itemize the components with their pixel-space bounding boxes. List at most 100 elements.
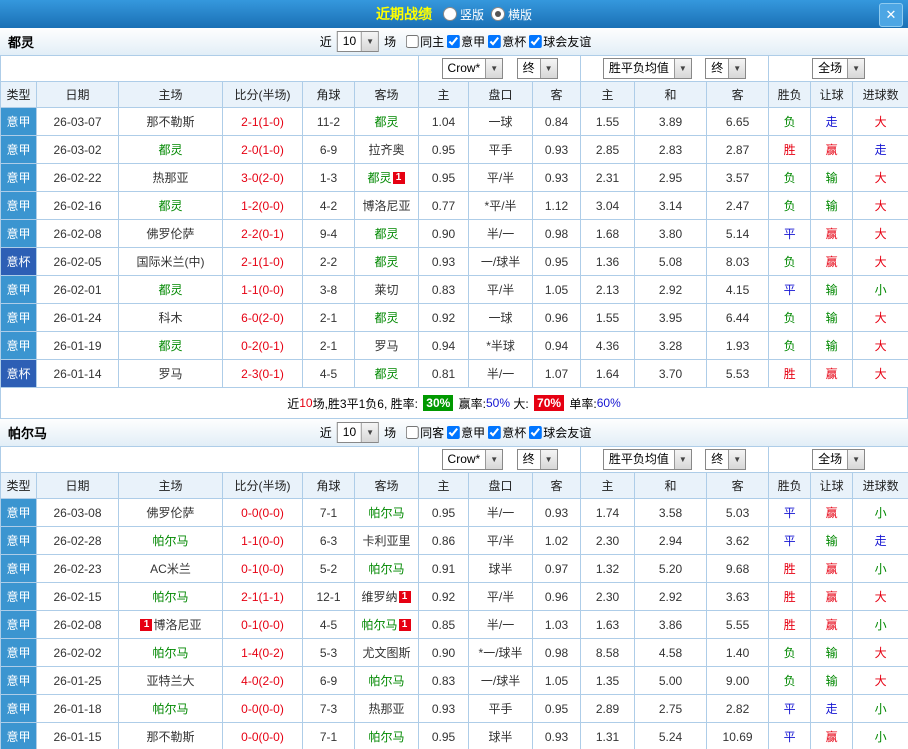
team-name: 维罗纳 xyxy=(361,590,398,604)
eu-draw-odds-cell: 5.24 xyxy=(634,722,708,749)
match-result-cell: 平 xyxy=(768,498,812,527)
match-row: 意甲 26-01-18 帕尔马 0-0(0-0) 7-3 热那亚 0.93 平手 0.95 2.8… xyxy=(0,694,908,723)
eu-home-odds-cell: 2.30 xyxy=(580,582,636,611)
match-date-cell: 26-02-22 xyxy=(36,163,119,192)
filter-option[interactable]: 意甲 xyxy=(444,424,485,441)
match-result-cell: 负 xyxy=(768,638,812,667)
filter-checkbox[interactable] xyxy=(488,35,502,48)
section-header: 都灵 近 10 ▼ 场 同主 意甲 意杯 球会友谊 xyxy=(0,28,908,55)
score-cell: 2-1(1-0) xyxy=(222,107,303,136)
match-date-cell: 26-02-02 xyxy=(36,638,119,667)
eu-away-odds-cell: 6.65 xyxy=(706,107,770,136)
handicap-cell: 球半 xyxy=(468,554,534,583)
col-ah-home: 主 xyxy=(418,472,470,499)
col-type: 类型 xyxy=(0,472,37,499)
fulltime-dropdown[interactable]: 全场 ▼ xyxy=(812,58,866,79)
team-name: 都灵 xyxy=(158,283,183,297)
handicap-final-dropdown[interactable]: 终 ▼ xyxy=(516,58,558,79)
goals-result-cell: 大 xyxy=(852,666,908,695)
recent-count-dropdown[interactable]: 10 ▼ xyxy=(336,422,380,443)
handicap-final-dropdown[interactable]: 终 ▼ xyxy=(516,449,558,470)
close-button[interactable]: ✕ xyxy=(879,3,903,27)
team-name: 帕尔马 xyxy=(368,730,405,744)
section-header: 帕尔马 近 10 ▼ 场 同客 意甲 意杯 球会友谊 xyxy=(0,419,908,446)
corners-cell: 7-3 xyxy=(302,694,355,723)
match-row: 意甲 26-03-07 那不勒斯 2-1(1-0) 11-2 都灵 1.04 一球 0.84 1.… xyxy=(0,107,908,136)
filter-checkbox[interactable] xyxy=(406,426,420,439)
eu-draw-odds-cell: 3.80 xyxy=(634,219,708,248)
handicap-result-cell: 输 xyxy=(810,303,854,332)
layout-vertical-label: 竖版 xyxy=(459,7,484,22)
eu-away-odds-cell: 5.55 xyxy=(706,610,770,639)
layout-vertical-radio[interactable]: 竖版 xyxy=(442,6,484,23)
match-date-cell: 26-02-08 xyxy=(36,610,119,639)
team-name: 卡利亚里 xyxy=(362,534,411,548)
filter-checkbox[interactable] xyxy=(447,426,461,439)
ah-home-odds-cell: 0.93 xyxy=(418,247,470,276)
handicap-cell: 平手 xyxy=(468,135,534,164)
filter-checkbox[interactable] xyxy=(447,35,461,48)
away-team-cell: 莱切 xyxy=(353,275,420,304)
handicap-result-cell: 输 xyxy=(810,331,854,360)
bookmaker-dropdown[interactable]: Crow* ▼ xyxy=(441,449,504,470)
chevron-down-icon: ▼ xyxy=(539,450,557,469)
filter-checkbox[interactable] xyxy=(488,426,502,439)
score-cell: 0-1(0-0) xyxy=(222,554,303,583)
home-team-cell: 帕尔马 xyxy=(118,582,223,611)
away-team-cell: 热那亚 xyxy=(353,694,420,723)
away-team-cell: 博洛尼亚 xyxy=(353,191,420,220)
filter-option[interactable]: 同客 xyxy=(403,424,444,441)
ah-away-odds-cell: 0.96 xyxy=(532,582,582,611)
match-row: 意甲 26-02-16 都灵 1-2(0-0) 4-2 博洛尼亚 0.77 *平/半 1.12 3… xyxy=(0,191,908,220)
score-cell: 0-0(0-0) xyxy=(222,694,303,723)
ah-away-odds-cell: 0.97 xyxy=(532,554,582,583)
filter-bar: 近 10 ▼ 场 同客 意甲 意杯 球会友谊 xyxy=(317,422,591,443)
away-team-cell: 都灵 xyxy=(353,303,420,332)
filter-option[interactable]: 同主 xyxy=(403,33,444,50)
filter-option[interactable]: 球会友谊 xyxy=(526,33,591,50)
home-team-cell: AC米兰 xyxy=(118,554,223,583)
euro-final-dropdown[interactable]: 终 ▼ xyxy=(705,58,747,79)
corners-cell: 9-4 xyxy=(302,219,355,248)
away-team-cell: 卡利亚里 xyxy=(353,526,420,555)
match-date-cell: 26-02-05 xyxy=(36,247,119,276)
odds-average-dropdown[interactable]: 胜平负均值 ▼ xyxy=(602,449,692,470)
window-title: 近期战绩 xyxy=(375,6,432,22)
goals-result-cell: 小 xyxy=(852,498,908,527)
summary-part: 赢率: xyxy=(455,396,486,411)
home-team-cell: 帕尔马 xyxy=(118,694,223,723)
filter-option[interactable]: 球会友谊 xyxy=(526,424,591,441)
chevron-down-icon: ▼ xyxy=(485,59,503,78)
ah-home-odds-cell: 0.95 xyxy=(418,163,470,192)
filter-checkbox[interactable] xyxy=(406,35,420,48)
match-result-cell: 负 xyxy=(768,107,812,136)
filter-checkbox[interactable] xyxy=(529,426,543,439)
recent-count-dropdown[interactable]: 10 ▼ xyxy=(336,31,380,52)
score-cell: 1-4(0-2) xyxy=(222,638,303,667)
filter-option[interactable]: 意杯 xyxy=(485,424,526,441)
filter-option[interactable]: 意甲 xyxy=(444,33,485,50)
filter-checkbox[interactable] xyxy=(529,35,543,48)
league-type-cell: 意甲 xyxy=(0,666,37,695)
corners-cell: 2-1 xyxy=(302,303,355,332)
corners-cell: 3-8 xyxy=(302,275,355,304)
filter-option[interactable]: 意杯 xyxy=(485,33,526,50)
layout-horizontal-radio[interactable]: 横版 xyxy=(491,6,532,23)
euro-odds-controls: 胜平负均值 ▼ 终 ▼ xyxy=(580,446,770,473)
summary-bar: 近 10 场,胜3平1负6, 胜率: 30% 赢率: 50% 大: 70% 单率: 60… xyxy=(0,388,908,419)
eu-home-odds-cell: 2.31 xyxy=(580,163,636,192)
games-label: 场 xyxy=(384,426,397,440)
eu-draw-odds-cell: 3.14 xyxy=(634,191,708,220)
eu-away-odds-cell: 9.68 xyxy=(706,554,770,583)
bookmaker-dropdown[interactable]: Crow* ▼ xyxy=(441,58,504,79)
team-name: 科木 xyxy=(158,311,183,325)
chevron-down-icon: ▼ xyxy=(847,450,865,469)
fulltime-dropdown[interactable]: 全场 ▼ xyxy=(812,449,866,470)
chevron-down-icon: ▼ xyxy=(673,59,691,78)
match-date-cell: 26-03-08 xyxy=(36,498,119,527)
col-handicap-result: 让球 xyxy=(810,472,854,499)
corners-cell: 5-3 xyxy=(302,638,355,667)
team-name: 罗马 xyxy=(158,367,183,381)
euro-final-dropdown[interactable]: 终 ▼ xyxy=(705,449,747,470)
odds-average-dropdown[interactable]: 胜平负均值 ▼ xyxy=(602,58,692,79)
